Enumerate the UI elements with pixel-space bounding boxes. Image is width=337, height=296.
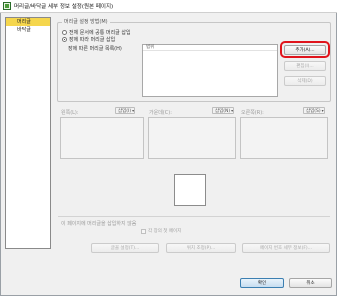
radio-common-header[interactable]: 전체 문서에 공통 머리글 삽입 <box>62 29 131 36</box>
page-number-details-button[interactable]: 페이지 번호 세부 정보(F)... <box>242 243 330 253</box>
right-insert-dropdown[interactable]: 삽입(S) ▾ <box>303 107 325 114</box>
caret-down-icon: ▾ <box>132 108 135 113</box>
chapter-header-list[interactable]: 범위 <box>142 44 278 97</box>
chapter-list-label: 장에 따른 머리글 목록(H) <box>68 46 122 52</box>
no-header-label: 이 페이지에 머리글을 삽입하지 않음 <box>61 221 137 227</box>
settings-pane: 머리글 설정 방법(M) 전체 문서에 공통 머리글 삽입 장에 따라 머리글 … <box>55 17 333 253</box>
center-label: 가운데(C): <box>149 110 172 116</box>
list-column-header: 범위 <box>143 45 277 51</box>
window-title: 머리글/바닥글 세부 정보 설정(원본 페이지) <box>14 4 114 10</box>
sidebar-item-header[interactable]: 머리글 <box>6 18 50 26</box>
left-label: 왼쪽(L): <box>61 110 79 116</box>
center-insert-dropdown[interactable]: 삽입(N) ▾ <box>212 107 235 114</box>
sidebar-item-footer[interactable]: 바닥글 <box>6 26 50 34</box>
dropdown-label: 삽입(S) <box>306 108 321 114</box>
header-method-group: 머리글 설정 방법(M) 전체 문서에 공통 머리글 삽입 장에 따라 머리글 … <box>57 19 331 102</box>
left-insert-dropdown[interactable]: 삽입(I) ▾ <box>115 107 136 114</box>
right-content-box[interactable] <box>240 117 328 159</box>
left-content-box[interactable] <box>60 117 144 159</box>
ok-button[interactable]: 확인 <box>240 278 284 288</box>
radio-button[interactable] <box>62 30 67 35</box>
page-preview <box>174 174 206 206</box>
radio-label: 장에 따라 머리글 삽입 <box>69 37 116 43</box>
right-label: 오른쪽(R): <box>241 110 264 116</box>
sidebar-item-label: 머리글 <box>17 19 31 25</box>
checkbox[interactable] <box>141 228 146 234</box>
caret-down-icon: ▾ <box>321 108 324 113</box>
cancel-button[interactable]: 취소 <box>289 278 332 288</box>
chapter-first-page-checkbox[interactable]: 각 장의 첫 페이지 <box>141 228 181 234</box>
radio-button[interactable] <box>62 37 67 42</box>
dropdown-label: 삽입(I) <box>118 108 132 114</box>
center-content-box[interactable] <box>148 117 236 159</box>
font-settings-button[interactable]: 글꼴 설정(T)... <box>91 243 159 253</box>
radio-per-chapter-header[interactable]: 장에 따라 머리글 삽입 <box>62 36 115 43</box>
group-title: 머리글 설정 방법(M) <box>62 19 110 26</box>
divider <box>58 216 330 217</box>
dropdown-label: 삽입(N) <box>215 108 231 114</box>
title-bar: 머리글/바닥글 세부 정보 설정(원본 페이지) <box>0 0 337 13</box>
highlight-annotation <box>280 41 330 58</box>
dialog-body: 머리글 바닥글 머리글 설정 방법(M) 전체 문서에 공통 머리글 삽입 장에… <box>0 13 337 296</box>
position-adjust-button[interactable]: 위치 조정(P)... <box>166 243 236 253</box>
radio-label: 전체 문서에 공통 머리글 삽입 <box>69 30 131 36</box>
delete-button[interactable]: 삭제(D) <box>284 76 326 86</box>
sidebar-item-label: 바닥글 <box>17 27 31 33</box>
app-icon <box>3 2 11 10</box>
caret-down-icon: ▾ <box>231 108 234 113</box>
category-list: 머리글 바닥글 <box>5 17 51 249</box>
edit-button[interactable]: 편집(I)... <box>284 61 326 71</box>
checkbox-label: 각 장의 첫 페이지 <box>148 229 182 234</box>
